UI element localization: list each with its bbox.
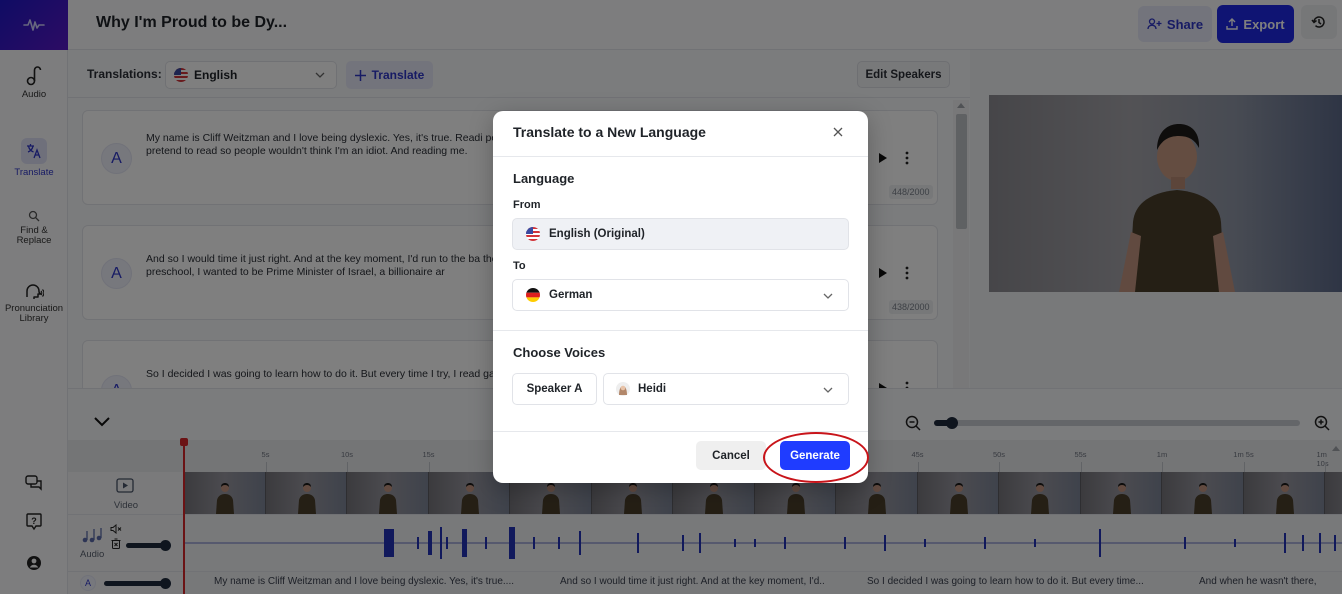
to-language-select[interactable]: German <box>512 279 849 311</box>
from-language-value: English (Original) <box>549 228 645 240</box>
dialog-title: Translate to a New Language <box>513 124 706 140</box>
voice-select[interactable]: Heidi <box>603 373 849 405</box>
speaker-name-field: Speaker A <box>512 373 597 405</box>
to-label: To <box>513 260 526 272</box>
translate-dialog: Translate to a New Language Language Fro… <box>493 111 868 483</box>
us-flag-icon <box>526 227 540 241</box>
divider <box>493 330 868 331</box>
voice-avatar-icon <box>616 382 630 396</box>
cancel-button[interactable]: Cancel <box>696 441 766 470</box>
voices-section-title: Choose Voices <box>513 345 606 360</box>
to-language-value: German <box>549 289 593 301</box>
chevron-down-icon <box>823 293 833 299</box>
highlight-annotation <box>763 432 869 483</box>
chevron-down-icon <box>823 387 833 393</box>
divider <box>493 156 868 157</box>
from-label: From <box>513 199 541 211</box>
german-flag-icon <box>526 288 540 302</box>
close-icon[interactable] <box>832 126 844 138</box>
language-section-title: Language <box>513 171 575 186</box>
from-language-field: English (Original) <box>512 218 849 250</box>
voice-value: Heidi <box>638 383 667 395</box>
